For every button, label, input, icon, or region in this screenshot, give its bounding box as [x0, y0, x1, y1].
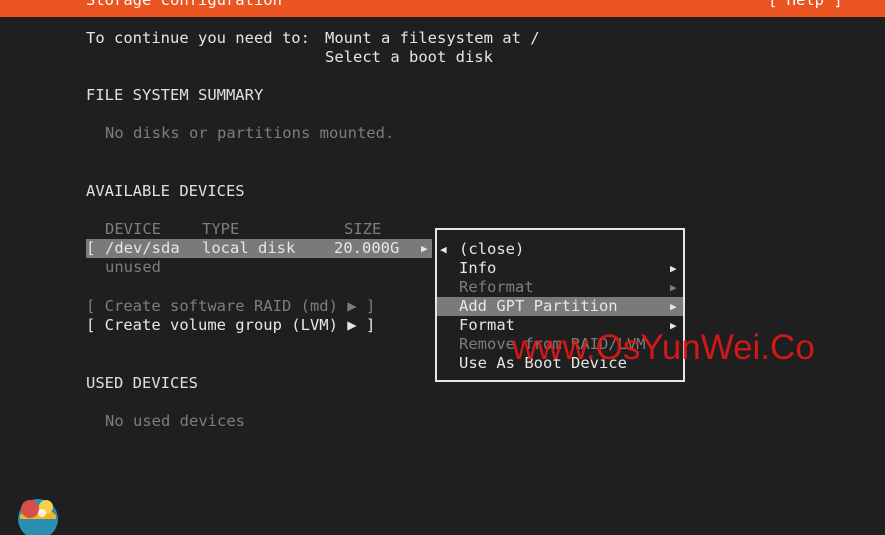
submenu-arrow-icon: ▶ — [670, 281, 677, 294]
help-button[interactable]: [ Help ] — [768, 0, 843, 10]
submenu-arrow-icon: ▶ — [670, 300, 677, 313]
menu-item-label: Reformat — [459, 278, 534, 296]
menu-item-info[interactable]: Info ▶ — [437, 259, 683, 278]
device-type: local disk — [202, 239, 296, 257]
menu-item-add-gpt-partition[interactable]: Add GPT Partition ▶ — [437, 297, 683, 316]
device-submenu-arrow-icon: ▶ — [421, 242, 428, 255]
available-devices-heading: AVAILABLE DEVICES — [86, 182, 245, 200]
ubuntu-installer-logo-icon — [18, 499, 58, 535]
create-raid-button[interactable]: [ Create software RAID (md) ▶ ] — [86, 297, 375, 316]
column-device: DEVICE — [105, 220, 161, 238]
device-name: /dev/sda — [105, 239, 180, 257]
column-size: SIZE — [344, 220, 382, 238]
used-devices-empty: No used devices — [105, 412, 245, 430]
menu-item-close[interactable]: ◀ (close) — [437, 240, 683, 259]
menu-item-label: Add GPT Partition — [459, 297, 618, 315]
header-bar: Storage configuration [ Help ] — [0, 0, 885, 17]
watermark-text: www.OsYunWei.Co — [512, 328, 815, 367]
fs-summary-heading: FILE SYSTEM SUMMARY — [86, 86, 264, 104]
instruction-boot: Select a boot disk — [325, 48, 493, 66]
fs-summary-empty: No disks or partitions mounted. — [105, 124, 395, 142]
page-title: Storage configuration — [86, 0, 282, 9]
menu-item-label: (close) — [459, 240, 525, 258]
instruction-mount: Mount a filesystem at / — [325, 29, 540, 47]
device-status: unused — [105, 258, 161, 276]
used-devices-heading: USED DEVICES — [86, 374, 198, 392]
menu-item-label: Format — [459, 316, 515, 334]
create-lvm-button[interactable]: [ Create volume group (LVM) ▶ ] — [86, 316, 375, 335]
device-row-bracket: [ — [86, 239, 96, 257]
close-arrow-icon: ◀ — [440, 243, 447, 256]
menu-item-label: Info — [459, 259, 497, 277]
device-size: 20.000G — [334, 239, 400, 257]
submenu-arrow-icon: ▶ — [670, 262, 677, 275]
menu-item-reformat: Reformat ▶ — [437, 278, 683, 297]
column-type: TYPE — [202, 220, 240, 238]
instructions-prefix: To continue you need to: — [86, 29, 310, 47]
